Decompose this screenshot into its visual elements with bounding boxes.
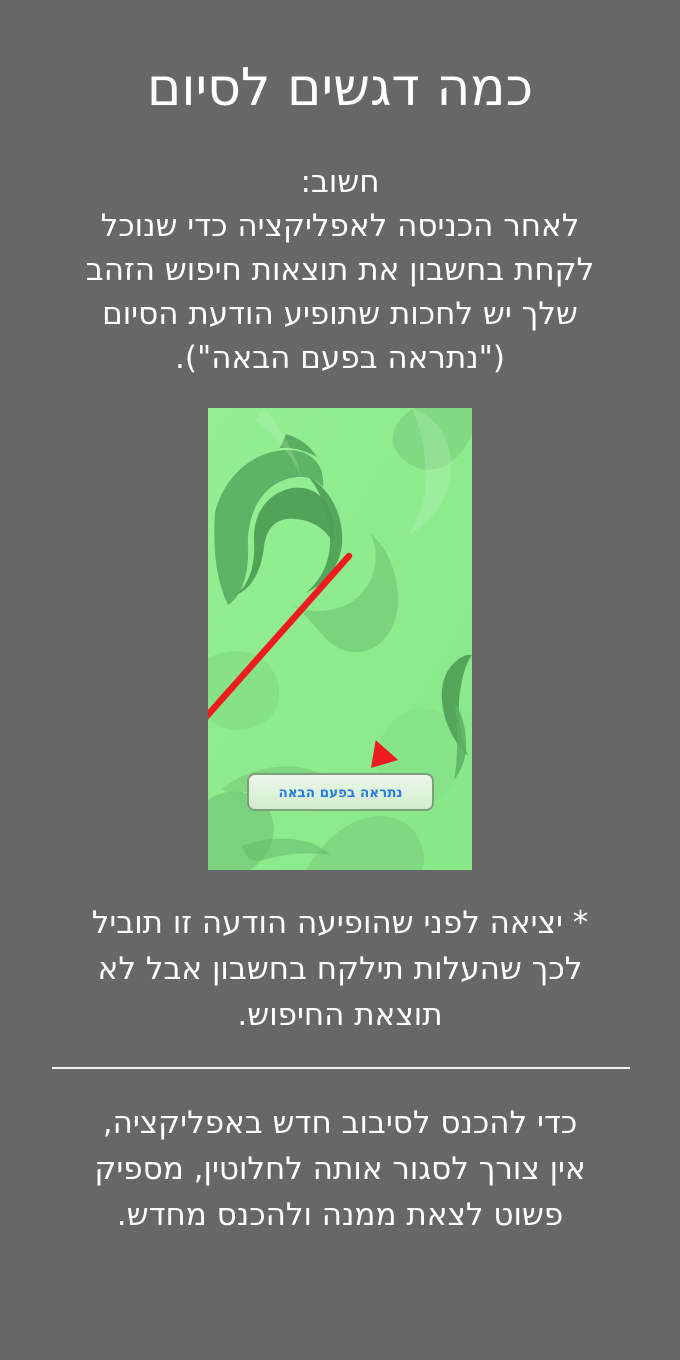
important-message: חשוב: לאחר הכניסה לאפליקציה כדי שנוכל לק…	[30, 160, 650, 380]
embedded-button-label: נתראה בפעם הבאה	[278, 785, 402, 801]
important-line: לקחת בחשבון את תוצאות חיפוש הזהב	[85, 252, 595, 288]
tip-line: פשוט לצאת ממנה ולהכנס מחדש.	[116, 1197, 564, 1233]
important-label: חשוב:	[300, 164, 380, 200]
note-line: * יציאה לפני שהופיעה הודעה זו תוביל	[91, 905, 589, 941]
important-line: שלך יש לחכות שתופיע הודעת הסיום	[102, 296, 578, 332]
tip-line: אין צורך לסגור אותה לחלוטין, מספיק	[94, 1151, 586, 1187]
tip-line: כדי להכנס לסיבוב חדש באפליקציה,	[102, 1105, 578, 1141]
restart-tip: כדי להכנס לסיבוב חדש באפליקציה, אין צורך…	[30, 1100, 650, 1238]
important-body: לאחר הכניסה לאפליקציה כדי שנוכל לקחת בחש…	[30, 204, 650, 380]
note-line: לכך שהעלות תילקח בחשבון אבל לא	[97, 951, 583, 987]
warning-note: * יציאה לפני שהופיעה הודעה זו תוביל לכך …	[30, 900, 650, 1038]
section-divider	[52, 1067, 630, 1069]
page-title: כמה דגשים לסיום	[146, 58, 534, 118]
embedded-app-screenshot: נתראה בפעם הבאה	[208, 408, 472, 870]
important-line: ("נתראה בפעם הבאה").	[175, 340, 505, 376]
note-line: תוצאת החיפוש.	[237, 997, 443, 1033]
important-line: לאחר הכניסה לאפליקציה כדי שנוכל	[100, 208, 580, 244]
embedded-screenshot-art: נתראה בפעם הבאה	[208, 408, 472, 870]
app-screen: כמה דגשים לסיום חשוב: לאחר הכניסה לאפליק…	[0, 0, 680, 1360]
